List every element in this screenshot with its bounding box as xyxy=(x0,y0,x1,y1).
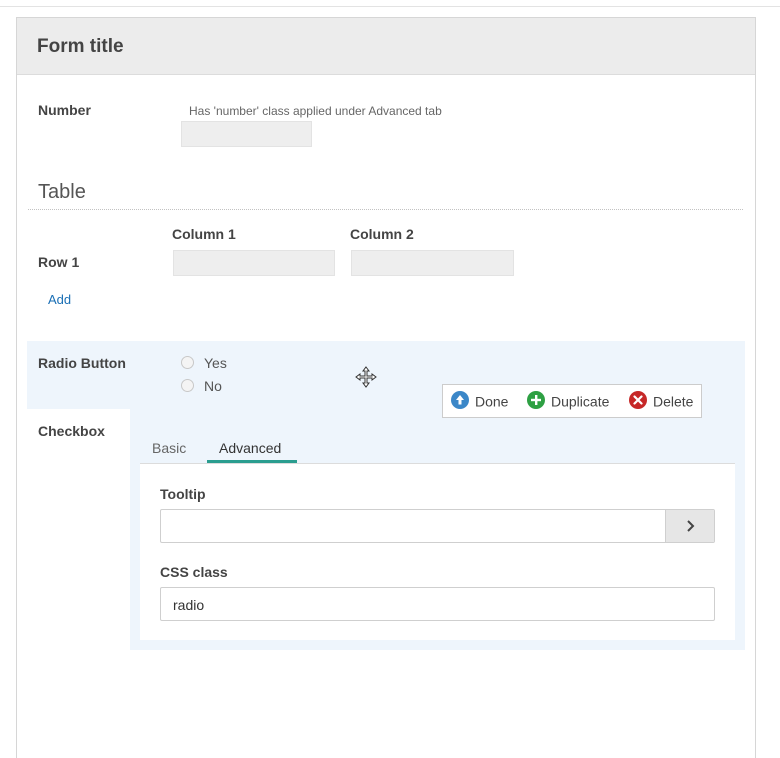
advanced-tab-content: Tooltip CSS class radio xyxy=(140,464,735,640)
radio-option-yes[interactable] xyxy=(181,356,194,369)
column-2-header: Column 2 xyxy=(350,226,414,242)
tooltip-field xyxy=(160,509,715,543)
css-class-label: CSS class xyxy=(160,564,228,580)
plus-icon xyxy=(527,391,545,410)
form-header: Form title xyxy=(17,18,755,75)
delete-button[interactable]: Delete xyxy=(629,391,694,410)
table-divider xyxy=(28,209,743,210)
component-editor: Basic Advanced Tooltip CSS class radio xyxy=(140,430,735,640)
column-1-header: Column 1 xyxy=(172,226,236,242)
done-button[interactable]: Done xyxy=(451,391,509,410)
move-icon[interactable] xyxy=(354,365,378,389)
radio-option-no[interactable] xyxy=(181,379,194,392)
table-title: Table xyxy=(38,181,86,203)
duplicate-label: Duplicate xyxy=(551,393,610,410)
arrow-up-icon xyxy=(451,391,469,410)
css-class-value: radio xyxy=(173,597,205,613)
number-label: Number xyxy=(38,102,91,118)
checkbox-label: Checkbox xyxy=(38,423,105,439)
done-label: Done xyxy=(475,393,509,410)
top-divider xyxy=(0,6,780,7)
tab-basic[interactable]: Basic xyxy=(152,440,186,456)
add-row-link[interactable]: Add xyxy=(48,292,71,307)
tooltip-expand-button[interactable] xyxy=(665,510,714,542)
delete-label: Delete xyxy=(653,393,694,410)
close-icon xyxy=(629,391,647,410)
number-input[interactable] xyxy=(181,121,312,147)
row-1-column-2-input[interactable] xyxy=(351,250,514,276)
row-1-column-1-input[interactable] xyxy=(173,250,335,276)
duplicate-button[interactable]: Duplicate xyxy=(527,391,610,410)
radio-option-no-label: No xyxy=(204,378,222,394)
chevron-right-icon xyxy=(687,520,695,532)
radio-option-yes-label: Yes xyxy=(204,355,227,371)
css-class-input[interactable]: radio xyxy=(160,587,715,621)
tab-advanced[interactable]: Advanced xyxy=(219,440,281,456)
tooltip-label: Tooltip xyxy=(160,486,206,502)
form-title: Form title xyxy=(37,36,124,57)
row-1-label: Row 1 xyxy=(38,254,80,270)
component-action-bar: Done Duplicate Delete xyxy=(442,384,702,418)
number-help-text: Has 'number' class applied under Advance… xyxy=(189,104,442,118)
radio-button-label: Radio Button xyxy=(38,355,126,371)
